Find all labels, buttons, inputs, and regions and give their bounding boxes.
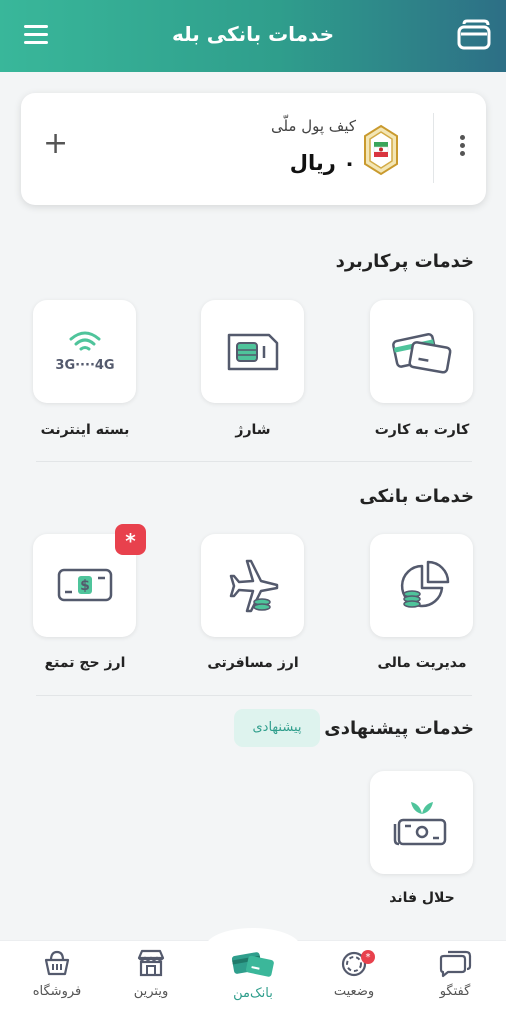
bank-logo-icon xyxy=(364,124,398,176)
nav-label-showcase: ویترین xyxy=(133,984,169,999)
tile-label-charge: شارژ xyxy=(235,422,271,438)
wallet-divider xyxy=(433,113,434,183)
tile-financial-management[interactable] xyxy=(370,534,473,637)
tile-label-halal-fund: حلال فاند xyxy=(389,890,455,906)
bank-cards-icon xyxy=(231,952,274,977)
basket-icon xyxy=(44,950,70,976)
nav-label-my-bank: بانک‌من xyxy=(233,986,273,1001)
more-options-icon[interactable] xyxy=(458,135,466,161)
halal-fund-icon xyxy=(393,801,446,845)
section-title-suggested: خدمات پیشنهادی xyxy=(324,718,474,739)
storefront-icon xyxy=(137,949,165,977)
svg-text:$: $ xyxy=(80,578,90,594)
section-title-banking: خدمات بانکی xyxy=(359,486,474,507)
tile-label-internet-package: بسته اینترنت xyxy=(40,422,130,438)
tile-label-financial-management: مدیریت مالی xyxy=(377,655,467,671)
banknote-icon: $ xyxy=(57,568,112,601)
wallet-balance: ۰ ریال xyxy=(289,151,356,175)
nav-my-bank[interactable]: بانک‌من xyxy=(208,948,298,1001)
sim-card-icon xyxy=(227,333,278,370)
wallet-card[interactable]: + کیف پول ملّی ۰ ریال xyxy=(21,93,486,205)
section-divider xyxy=(36,695,472,696)
wallet-title: کیف پول ملّی xyxy=(270,117,356,135)
tile-internet-package[interactable]: 3G····4G xyxy=(33,300,136,403)
tile-label-card-to-card: کارت به کارت xyxy=(374,422,470,438)
cards-icon[interactable] xyxy=(456,18,492,52)
airplane-coins-icon xyxy=(229,559,278,612)
tile-card-to-card[interactable] xyxy=(370,300,473,403)
nav-label-shop: فروشگاه xyxy=(32,984,82,999)
page-title: خدمات بانکی بله xyxy=(171,22,335,46)
tile-label-travel-currency: ارز مسافرتی xyxy=(207,655,299,671)
nav-shop[interactable]: فروشگاه xyxy=(12,948,102,999)
tile-halal-fund[interactable] xyxy=(370,771,473,874)
internet-package-icon-text: 3G····4G xyxy=(55,358,114,373)
nav-status[interactable]: وضعیت xyxy=(309,948,399,999)
status-badge: * xyxy=(361,950,375,964)
card-to-card-icon xyxy=(391,332,451,374)
pie-chart-coins-icon xyxy=(400,560,449,608)
nav-label-chat: گفتگو xyxy=(439,984,471,999)
internet-package-icon: 3G····4G xyxy=(55,331,114,373)
new-badge: * xyxy=(115,524,146,555)
nav-label-status: وضعیت xyxy=(333,984,375,999)
tile-label-hajj-currency: ارز حج تمتع xyxy=(44,655,126,671)
section-title-popular: خدمات پرکاربرد xyxy=(335,251,474,272)
nav-chat[interactable]: گفتگو xyxy=(410,948,500,999)
app-header: خدمات بانکی بله xyxy=(0,0,506,72)
chat-icon xyxy=(439,950,472,978)
section-divider xyxy=(36,461,472,462)
suggested-tag: پیشنهادی xyxy=(234,709,320,747)
nav-showcase[interactable]: ویترین xyxy=(106,948,196,999)
tile-travel-currency[interactable] xyxy=(201,534,304,637)
add-wallet-button[interactable]: + xyxy=(43,129,68,159)
tile-charge[interactable] xyxy=(201,300,304,403)
